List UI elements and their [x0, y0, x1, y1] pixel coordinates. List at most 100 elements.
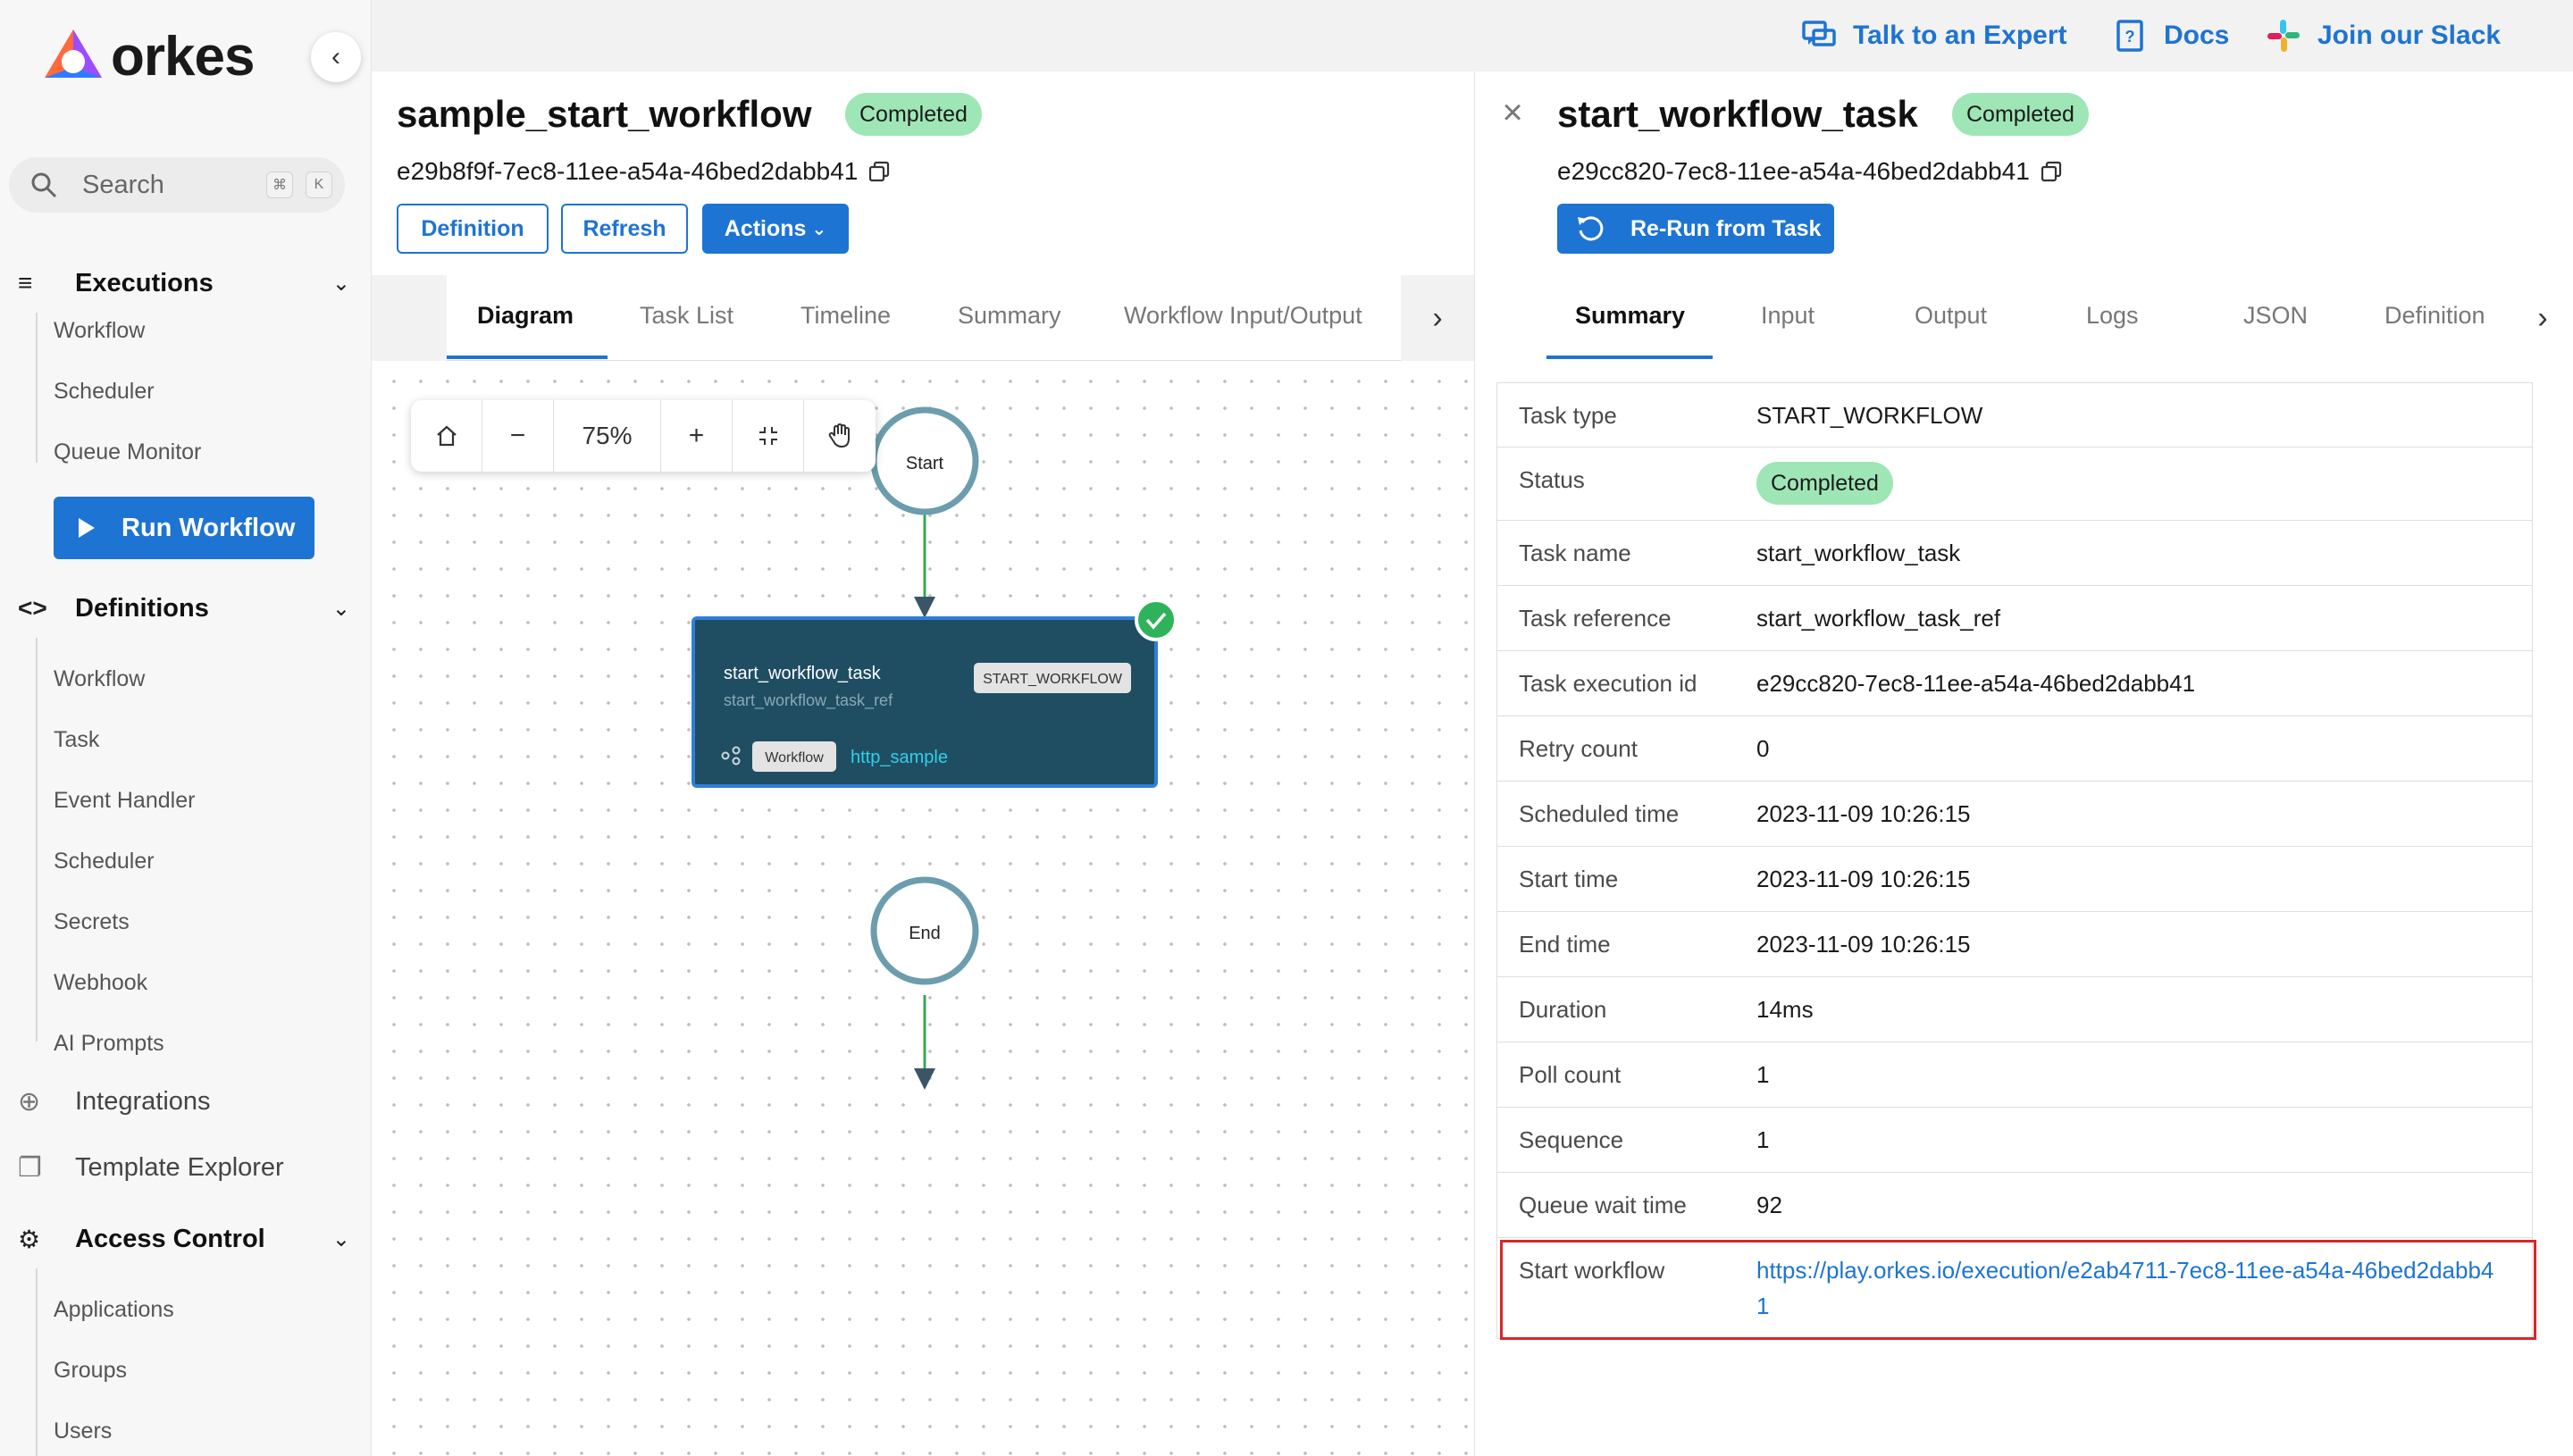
sidebar-item-groups[interactable]: Groups	[54, 1358, 127, 1384]
search-input[interactable]: Search ⌘ K	[9, 157, 345, 213]
orkes-logo[interactable]: orkes	[39, 25, 255, 88]
executions-divider	[36, 313, 38, 463]
home-icon	[436, 425, 457, 447]
row-key: Poll count	[1519, 1061, 1622, 1088]
workflow-id: e29b8f9f-7ec8-11ee-a54a-46bed2dabb41	[397, 157, 890, 186]
sidebar-item-definitions-workflow[interactable]: Workflow	[54, 666, 145, 692]
zoom-in-button[interactable]: +	[661, 400, 733, 472]
sidebar: orkes ‹ Search ⌘ K ≡ Executions ⌄ Workfl…	[0, 0, 372, 1456]
tab-summary[interactable]: Summary	[958, 302, 1061, 330]
refresh-button[interactable]: Refresh	[561, 204, 688, 254]
table-row: End time 2023-11-09 10:26:15	[1497, 912, 2532, 977]
tab-workflow-input-output[interactable]: Workflow Input/Output	[1124, 302, 1362, 330]
tab-json[interactable]: JSON	[2243, 302, 2308, 330]
sidebar-item-template-explorer[interactable]: ❐ Template Explorer	[18, 1152, 284, 1184]
sidebar-item-queue-monitor[interactable]: Queue Monitor	[54, 439, 201, 465]
tab-task-list[interactable]: Task List	[640, 302, 733, 330]
talk-to-expert-link[interactable]: Talk to an Expert	[1801, 18, 2067, 54]
copy-icon[interactable]	[868, 161, 890, 182]
start-workflow-link[interactable]: https://play.orkes.io/execution/e2ab4711…	[1756, 1252, 2532, 1324]
fit-home-button[interactable]	[411, 400, 482, 472]
tabs-scroll-right-button[interactable]: ›	[1401, 275, 1474, 361]
row-value: start_workflow_task_ref	[1756, 605, 2001, 632]
rerun-from-task-button[interactable]: Re-Run from Task	[1557, 204, 1834, 254]
sidebar-item-secrets[interactable]: Secrets	[54, 909, 130, 935]
zoom-level: 75%	[554, 400, 661, 472]
workflow-execution-view: sample_start_workflow Completed e29b8f9f…	[372, 71, 1474, 1456]
tab-timeline[interactable]: Timeline	[800, 302, 891, 330]
definitions-divider	[36, 638, 38, 1042]
sidebar-item-executions-workflow[interactable]: Workflow	[54, 318, 145, 344]
tab-diagram[interactable]: Diagram	[477, 302, 574, 330]
docs-label: Docs	[2164, 21, 2230, 50]
row-value: 14ms	[1756, 996, 1814, 1023]
executions-section[interactable]: ≡ Executions ⌄	[18, 261, 350, 305]
collapse-sidebar-button[interactable]: ‹	[311, 32, 361, 82]
workflow-diagram: Start start_workflow_task start_workflow…	[691, 406, 1178, 1090]
executions-label: Executions	[75, 268, 214, 297]
pan-button[interactable]	[804, 400, 876, 472]
row-key: Sequence	[1519, 1126, 1624, 1153]
access-control-section[interactable]: ⚙ Access Control ⌄	[18, 1217, 350, 1261]
task-node-name: start_workflow_task	[724, 664, 882, 683]
sidebar-item-integrations[interactable]: ⊕ Integrations	[18, 1086, 211, 1117]
run-workflow-label: Run Workflow	[122, 513, 296, 542]
sidebar-item-definitions-scheduler[interactable]: Scheduler	[54, 849, 155, 874]
active-tab-indicator	[1546, 356, 1713, 359]
sidebar-item-task[interactable]: Task	[54, 727, 99, 753]
table-row: Duration 14ms	[1497, 977, 2532, 1042]
definition-button[interactable]: Definition	[397, 204, 549, 254]
diagram-canvas[interactable]: Start start_workflow_task start_workflow…	[375, 363, 1474, 1456]
copy-icon[interactable]	[2041, 161, 2062, 182]
plus-icon: +	[688, 421, 705, 450]
chevron-right-icon: ›	[1432, 300, 1443, 335]
run-workflow-button[interactable]: Run Workflow	[54, 497, 314, 559]
kbd-k: K	[306, 172, 332, 198]
template-explorer-label: Template Explorer	[75, 1153, 284, 1182]
chevron-right-icon: ›	[2537, 300, 2548, 335]
task-status-badge: Completed	[1952, 93, 2089, 136]
canvas-toolbar: − 75% +	[411, 400, 876, 472]
join-slack-link[interactable]: Join our Slack	[2266, 18, 2501, 54]
workflow-tabs: Diagram Task List Timeline Summary Workf…	[372, 275, 1474, 361]
table-row: Start time 2023-11-09 10:26:15	[1497, 847, 2532, 912]
task-details-panel: × start_workflow_task Completed e29cc820…	[1474, 71, 2573, 1456]
table-row: Sequence 1	[1497, 1108, 2532, 1173]
sidebar-item-users[interactable]: Users	[54, 1418, 112, 1444]
sidebar-item-ai-prompts[interactable]: AI Prompts	[54, 1031, 164, 1057]
active-tab-indicator	[447, 356, 608, 359]
zoom-out-button[interactable]: −	[482, 400, 554, 472]
table-row: Status Completed	[1497, 448, 2532, 521]
talk-to-expert-label: Talk to an Expert	[1853, 21, 2067, 50]
row-key: End time	[1519, 931, 1611, 958]
subworkflow-link[interactable]: http_sample	[851, 748, 948, 767]
table-row: Start workflow https://play.orkes.io/exe…	[1497, 1238, 2532, 1338]
tab-output[interactable]: Output	[1915, 302, 1987, 330]
table-row: Queue wait time 92	[1497, 1173, 2532, 1238]
task-node-ref: start_workflow_task_ref	[724, 691, 893, 710]
row-key: Duration	[1519, 996, 1607, 1023]
sidebar-item-executions-scheduler[interactable]: Scheduler	[54, 379, 155, 405]
tabs-scroll-right-button[interactable]: ›	[2511, 275, 2573, 361]
tab-definition[interactable]: Definition	[2384, 302, 2504, 330]
fit-screen-button[interactable]	[733, 400, 804, 472]
chevron-down-icon: ⌄	[331, 596, 350, 621]
close-panel-button[interactable]: ×	[1495, 93, 1530, 132]
orkes-logo-icon	[45, 29, 102, 78]
docs-link[interactable]: ? Docs	[2112, 18, 2229, 54]
row-key: Task reference	[1519, 605, 1672, 632]
task-id-text: e29cc820-7ec8-11ee-a54a-46bed2dabb41	[1557, 157, 2030, 185]
join-slack-label: Join our Slack	[2317, 21, 2502, 50]
sidebar-item-event-handler[interactable]: Event Handler	[54, 788, 195, 814]
definitions-label: Definitions	[75, 593, 209, 623]
tab-task-summary[interactable]: Summary	[1575, 302, 1685, 330]
tab-logs[interactable]: Logs	[2086, 302, 2139, 330]
search-icon	[31, 172, 57, 198]
sidebar-item-applications[interactable]: Applications	[54, 1297, 174, 1323]
tab-input[interactable]: Input	[1761, 302, 1815, 330]
definitions-section[interactable]: <> Definitions ⌄	[18, 586, 350, 631]
actions-button[interactable]: Actions ⌄	[702, 204, 849, 254]
docs-icon: ?	[2116, 20, 2143, 52]
slack-icon	[2267, 20, 2300, 52]
sidebar-item-webhook[interactable]: Webhook	[54, 970, 147, 996]
